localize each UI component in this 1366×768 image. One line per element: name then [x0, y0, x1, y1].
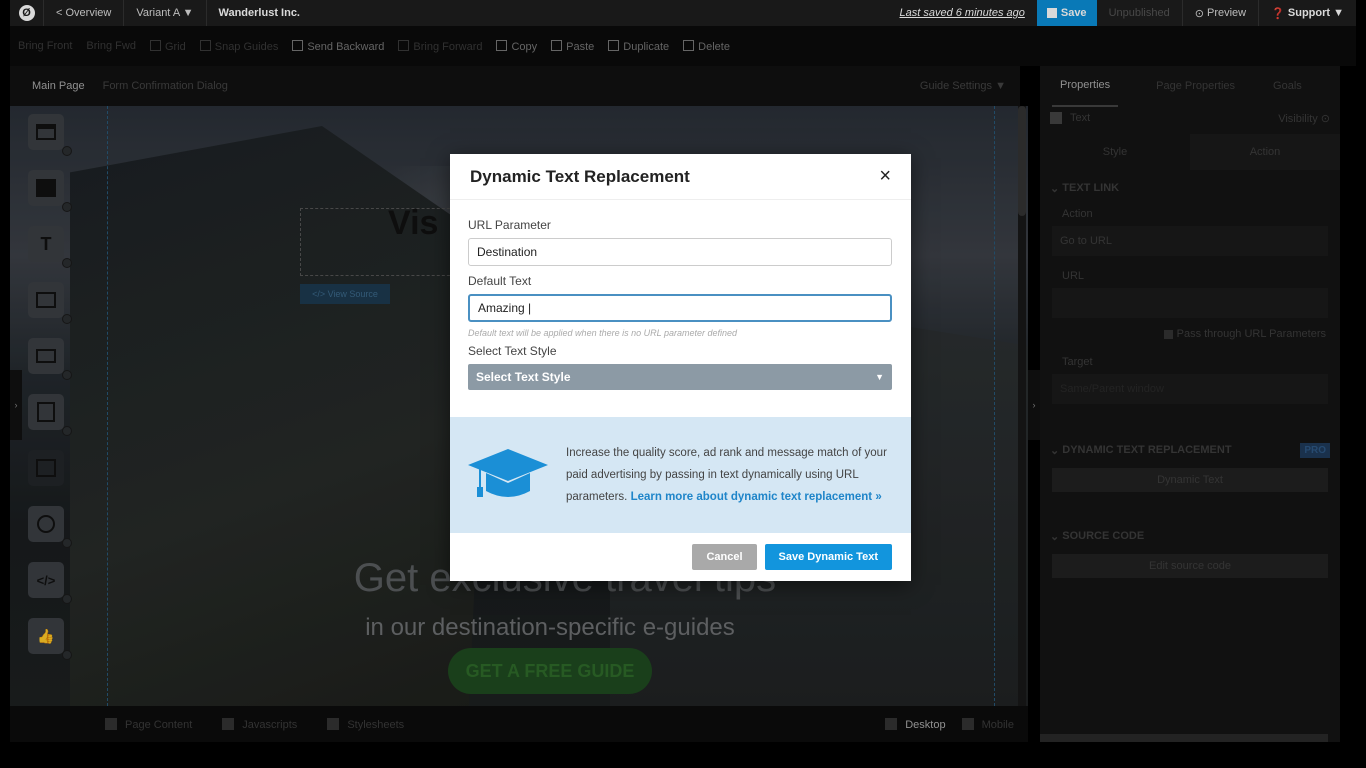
cancel-button[interactable]: Cancel: [692, 544, 757, 570]
default-text-input[interactable]: Amazing |: [468, 294, 892, 322]
modal-body: URL Parameter Destination Default Text A…: [450, 200, 911, 390]
learn-more-link[interactable]: Learn more about dynamic text replacemen…: [631, 491, 882, 503]
app: Ø < Overview Variant A ▼ Wanderlust Inc.…: [0, 0, 1366, 768]
close-icon[interactable]: ×: [879, 165, 891, 188]
url-parameter-label: URL Parameter: [468, 218, 551, 232]
dynamic-text-modal: Dynamic Text Replacement × URL Parameter…: [450, 154, 911, 581]
save-dynamic-text-button[interactable]: Save Dynamic Text: [764, 544, 892, 570]
default-text-label: Default Text: [468, 274, 532, 288]
text-style-select[interactable]: Select Text Style ▼: [468, 364, 892, 390]
info-panel: Increase the quality score, ad rank and …: [450, 417, 911, 533]
default-text-hint: Default text will be applied when there …: [468, 328, 737, 338]
modal-header: Dynamic Text Replacement ×: [450, 154, 911, 200]
caret-down-icon: ▼: [875, 372, 884, 382]
text-style-value: Select Text Style: [476, 370, 571, 384]
modal-title: Dynamic Text Replacement: [470, 166, 690, 186]
info-paragraph: Increase the quality score, ad rank and …: [566, 442, 888, 508]
graduation-cap-icon: [450, 445, 566, 505]
modal-footer: Cancel Save Dynamic Text: [450, 533, 911, 581]
url-parameter-input[interactable]: Destination: [468, 238, 892, 266]
text-style-label: Select Text Style: [468, 344, 557, 358]
